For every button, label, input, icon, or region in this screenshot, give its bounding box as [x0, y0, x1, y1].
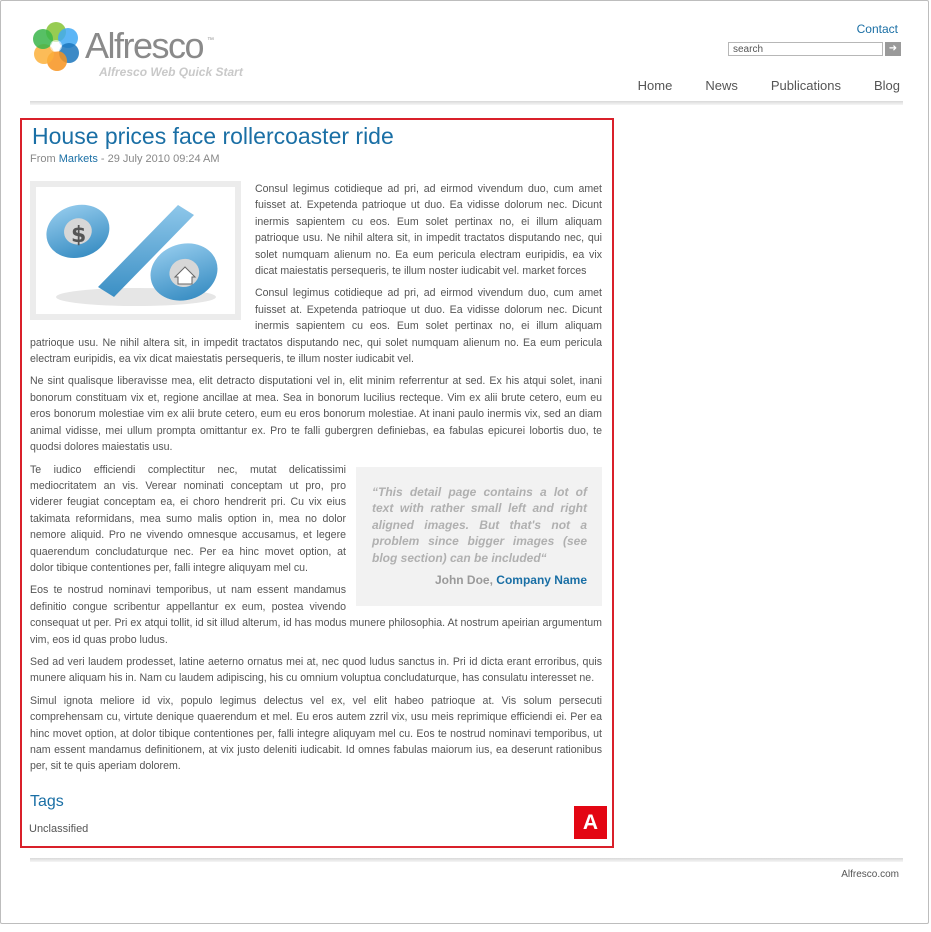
- article-byline: From Markets - 29 July 2010 09:24 AM: [30, 153, 220, 165]
- article-title: House prices face rollercoaster ride: [32, 123, 394, 149]
- header-divider: [30, 101, 903, 105]
- article-date: - 29 July 2010 09:24 AM: [100, 153, 220, 165]
- nav-news[interactable]: News: [705, 78, 738, 93]
- article-body: $ Consul legimus cotidieque ad pri, ad e…: [30, 181, 602, 781]
- page-frame: Alfresco ™ Alfresco Web Quick Start Cont…: [0, 0, 929, 924]
- footer-link[interactable]: Alfresco.com: [841, 869, 899, 880]
- tag-item[interactable]: Unclassified: [29, 823, 88, 835]
- main-nav: Home News Publications Blog: [638, 78, 900, 93]
- logo-wordmark: Alfresco: [85, 25, 205, 66]
- article-panel: House prices face rollercoaster ride Fro…: [20, 118, 614, 848]
- nav-publications[interactable]: Publications: [771, 78, 841, 93]
- dollar-percent-house-icon: $: [46, 204, 218, 306]
- contact-link[interactable]: Contact: [857, 22, 898, 36]
- pull-quote: “This detail page contains a lot of text…: [356, 466, 602, 606]
- article-image[interactable]: $: [30, 181, 241, 320]
- nav-home[interactable]: Home: [638, 78, 673, 93]
- svg-text:$: $: [71, 223, 86, 248]
- trademark-symbol: ™: [207, 37, 214, 44]
- section-link[interactable]: Markets: [59, 153, 98, 165]
- search-submit-button[interactable]: ➜: [885, 42, 901, 56]
- paragraph-7: Simul ignota meliore id vix, populo legi…: [30, 694, 602, 773]
- quote-text: “This detail page contains a lot of text…: [372, 484, 587, 565]
- alfresco-logo[interactable]: Alfresco ™ Alfresco Web Quick Start: [31, 21, 261, 83]
- byline-prefix: From: [30, 153, 56, 165]
- annotation-badge: A: [574, 806, 607, 839]
- footer-divider: [30, 858, 903, 862]
- arrow-right-icon: ➜: [888, 43, 898, 54]
- paragraph-3: Ne sint qualisque liberavisse mea, elit …: [30, 375, 602, 454]
- search-input[interactable]: search: [728, 42, 883, 56]
- site-tagline: Alfresco Web Quick Start: [99, 65, 243, 79]
- alfresco-flower-icon: [33, 22, 79, 71]
- tags-heading: Tags: [30, 793, 64, 810]
- paragraph-6: Sed ad veri laudem prodesset, latine aet…: [30, 655, 602, 685]
- nav-blog[interactable]: Blog: [874, 78, 900, 93]
- quote-author: John Doe,: [434, 573, 493, 587]
- quote-attribution: John Doe, Company Name: [372, 572, 587, 588]
- company-link[interactable]: Company Name: [496, 573, 587, 587]
